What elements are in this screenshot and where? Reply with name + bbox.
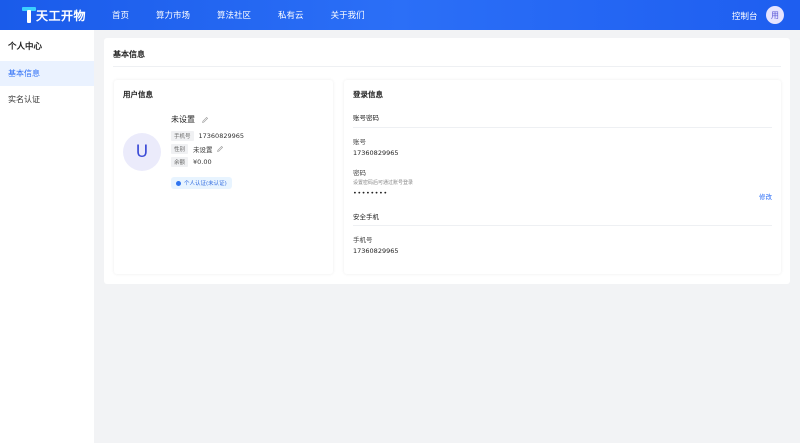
sidebar-item-real-name[interactable]: 实名认证 [0, 87, 94, 112]
logo-icon [22, 6, 36, 24]
phone-row: 手机号 17360829965 [171, 131, 244, 141]
modify-password-link[interactable]: 修改 [759, 191, 772, 201]
login-info-panel: 登录信息 账号密码 账号 17360829965 密码 设置密码后可通过账号登录… [344, 80, 781, 274]
account-value: 17360829965 [353, 149, 399, 157]
edit-name-icon[interactable] [201, 116, 209, 124]
page-title: 基本信息 [113, 50, 145, 59]
account-label: 账号 [353, 138, 366, 146]
top-navbar: 天工开物 首页 算力市场 算法社区 私有云 关于我们 控制台 用 [0, 0, 800, 30]
balance-value: ¥0.00 [193, 158, 212, 166]
phone-tag: 手机号 [171, 131, 194, 141]
sidebar: 个人中心 基本信息 实名认证 [0, 30, 94, 443]
console-link[interactable]: 控制台 [732, 10, 758, 22]
divider [353, 127, 772, 128]
nav-about-us[interactable]: 关于我们 [331, 9, 365, 21]
edit-gender-icon[interactable] [216, 145, 224, 153]
secure-phone-section-title: 安全手机 [353, 213, 379, 221]
gender-tag: 性别 [171, 144, 189, 154]
divider [353, 225, 772, 226]
main-card: 基本信息 用户信息 U 未设置 手机号 17360829965 性别 未设置 余… [104, 38, 790, 284]
sidebar-title: 个人中心 [8, 42, 43, 52]
user-avatar[interactable]: 用 [766, 6, 784, 24]
account-password-section-title: 账号密码 [353, 114, 379, 122]
gender-row: 性别 未设置 [171, 144, 224, 154]
verification-badge[interactable]: 个人认证(未认证) [171, 177, 232, 189]
phone-value: 17360829965 [198, 132, 245, 140]
nav-home[interactable]: 首页 [112, 9, 129, 21]
username-row: 未设置 [171, 114, 209, 125]
nav-private-cloud[interactable]: 私有云 [278, 9, 304, 21]
phone-number-value: 17360829965 [353, 247, 399, 255]
verification-label: 个人认证(未认证) [184, 181, 227, 187]
verification-status-icon [176, 180, 181, 186]
password-value: •••••••• [353, 189, 388, 197]
nav-compute-market[interactable]: 算力市场 [156, 9, 190, 21]
nav-algorithm-community[interactable]: 算法社区 [217, 9, 251, 21]
logo-text: 天工开物 [36, 8, 87, 23]
profile-avatar: U [123, 133, 161, 171]
user-info-title: 用户信息 [123, 90, 153, 99]
password-hint: 设置密码后可通过账号登录 [353, 180, 414, 186]
sidebar-item-basic-info[interactable]: 基本信息 [0, 61, 94, 86]
balance-row: 余额 ¥0.00 [171, 157, 212, 167]
phone-label: 手机号 [353, 236, 373, 244]
login-info-title: 登录信息 [353, 90, 383, 99]
user-info-panel: 用户信息 U 未设置 手机号 17360829965 性别 未设置 余额 ¥0.… [114, 80, 333, 274]
password-label: 密码 [353, 169, 366, 177]
main-nav: 首页 算力市场 算法社区 私有云 关于我们 [112, 0, 392, 30]
gender-value: 未设置 [193, 146, 213, 154]
logo[interactable]: 天工开物 [22, 6, 86, 24]
divider [113, 66, 781, 67]
balance-tag: 余额 [171, 157, 189, 167]
username: 未设置 [171, 115, 195, 124]
